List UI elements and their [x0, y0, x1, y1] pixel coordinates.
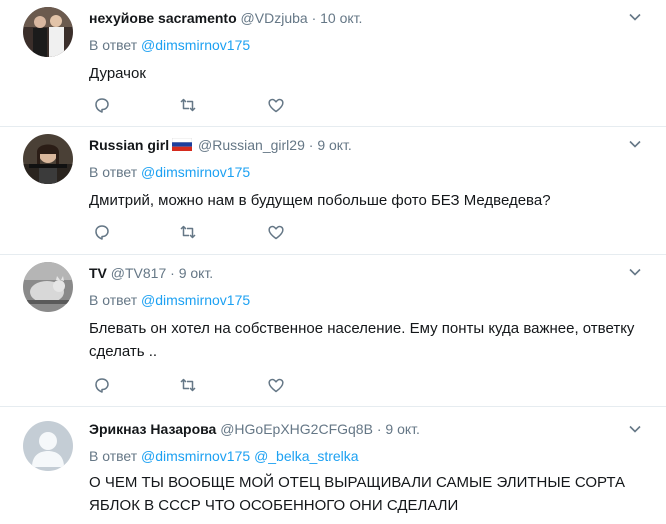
- photo-avatar-cat: [23, 262, 73, 312]
- russia-flag-icon: [172, 138, 193, 151]
- like-icon[interactable]: [267, 96, 285, 114]
- user-fullname[interactable]: Эрикназ Назарова: [89, 421, 216, 437]
- default-avatar-icon: [23, 421, 73, 471]
- mention-link[interactable]: @dimsmirnov175: [141, 292, 250, 308]
- tweet-text-line: Блевать он хотел на собственное населени…: [89, 320, 635, 337]
- replying-label: В ответ: [89, 164, 138, 180]
- reply-tweet[interactable]: Russian girl @Russian_girl29 · 9 окт. В …: [0, 127, 666, 255]
- user-fullname[interactable]: TV: [89, 265, 107, 281]
- tweet-text: Дмитрий, можно нам в будущем побольше фо…: [89, 192, 551, 209]
- retweet-icon[interactable]: [179, 223, 197, 241]
- retweet-icon[interactable]: [179, 96, 197, 114]
- reply-tweet[interactable]: Эрикназ Назарова @HGoEpXHG2CFGq8B · 9 ок…: [0, 407, 666, 524]
- reply-tweet[interactable]: TV @TV817 · 9 окт. В ответ @dimsmirnov17…: [0, 255, 666, 407]
- mention-link[interactable]: @dimsmirnov175: [141, 448, 250, 464]
- tweet-header: Эрикназ Назарова @HGoEpXHG2CFGq8B · 9 ок…: [89, 419, 420, 439]
- separator-dot: ·: [311, 10, 317, 26]
- avatar[interactable]: [23, 7, 73, 57]
- replying-to: В ответ @dimsmirnov175: [89, 290, 250, 310]
- avatar[interactable]: [23, 421, 73, 471]
- tweet-header: TV @TV817 · 9 окт.: [89, 263, 213, 283]
- like-icon[interactable]: [267, 223, 285, 241]
- mention-link[interactable]: @dimsmirnov175: [141, 164, 250, 180]
- tweet-header: Russian girl @Russian_girl29 · 9 окт.: [89, 135, 352, 155]
- user-handle[interactable]: @HGoEpXHG2CFGq8B: [220, 421, 373, 437]
- separator-dot: ·: [308, 137, 314, 153]
- reply-icon[interactable]: [93, 376, 111, 394]
- user-handle[interactable]: @Russian_girl29: [198, 137, 305, 153]
- tweet-timestamp[interactable]: 9 окт.: [179, 265, 214, 281]
- reply-icon[interactable]: [93, 96, 111, 114]
- caret-down-icon[interactable]: [628, 10, 642, 24]
- replying-to: В ответ @dimsmirnov175: [89, 162, 250, 182]
- tweet-header: нехуйове sacramento @VDzjuba · 10 окт.: [89, 8, 362, 28]
- photo-avatar-girl: [23, 134, 73, 184]
- replying-label: В ответ: [89, 292, 138, 308]
- photo-avatar-couple: [23, 7, 73, 57]
- tweet-timestamp[interactable]: 9 окт.: [317, 137, 352, 153]
- user-handle[interactable]: @VDzjuba: [241, 10, 308, 26]
- separator-dot: ·: [376, 421, 382, 437]
- user-handle[interactable]: @TV817: [111, 265, 166, 281]
- tweet-text: О ЧЕМ ТЫ ВООБЩЕ МОЙ ОТЕЦ ВЫРАЩИВАЛИ САМЫ…: [89, 471, 649, 517]
- user-fullname[interactable]: Russian girl: [89, 137, 169, 153]
- reply-tweet[interactable]: нехуйове sacramento @VDzjuba · 10 окт. В…: [0, 0, 666, 127]
- tweet-text-line: ЯБЛОК В СССР ЧТО ОСОБЕННОГО ОНИ СДЕЛАЛИ: [89, 497, 459, 514]
- replying-label: В ответ: [89, 448, 138, 464]
- tweet-text: Блевать он хотел на собственное населени…: [89, 317, 649, 363]
- replying-label: В ответ: [89, 37, 138, 53]
- like-icon[interactable]: [267, 376, 285, 394]
- tweet-timestamp[interactable]: 10 окт.: [320, 10, 362, 26]
- avatar[interactable]: [23, 262, 73, 312]
- mention-link[interactable]: @_belka_strelka: [254, 448, 359, 464]
- tweet-text: Дурачок: [89, 65, 146, 82]
- user-fullname[interactable]: нехуйове sacramento: [89, 10, 237, 26]
- replies-timeline: нехуйове sacramento @VDzjuba · 10 окт. В…: [0, 0, 666, 524]
- tweet-text-line: О ЧЕМ ТЫ ВООБЩЕ МОЙ ОТЕЦ ВЫРАЩИВАЛИ САМЫ…: [89, 474, 625, 491]
- replying-to: В ответ @dimsmirnov175 @_belka_strelka: [89, 446, 359, 466]
- tweet-timestamp[interactable]: 9 окт.: [385, 421, 420, 437]
- separator-dot: ·: [170, 265, 175, 281]
- caret-down-icon[interactable]: [628, 422, 642, 436]
- mention-link[interactable]: @dimsmirnov175: [141, 37, 250, 53]
- reply-icon[interactable]: [93, 223, 111, 241]
- avatar[interactable]: [23, 134, 73, 184]
- replying-to: В ответ @dimsmirnov175: [89, 35, 250, 55]
- retweet-icon[interactable]: [179, 376, 197, 394]
- caret-down-icon[interactable]: [628, 265, 642, 279]
- tweet-text-line: сделать ..: [89, 343, 158, 360]
- caret-down-icon[interactable]: [628, 137, 642, 151]
